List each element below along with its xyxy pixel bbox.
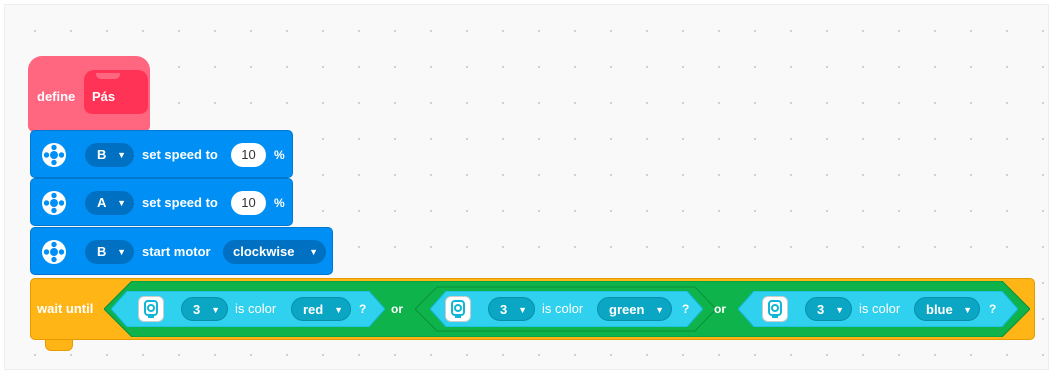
motor-icon bbox=[42, 143, 66, 167]
port-dropdown[interactable]: 3 ▼ bbox=[488, 297, 535, 321]
percent-unit: % bbox=[274, 148, 285, 162]
color-dropdown[interactable]: blue ▼ bbox=[914, 297, 980, 321]
motor-icon bbox=[42, 240, 66, 264]
question-mark: ? bbox=[989, 302, 997, 316]
chevron-down-icon: ▼ bbox=[655, 305, 664, 315]
chevron-down-icon: ▼ bbox=[117, 247, 126, 257]
chevron-down-icon: ▼ bbox=[117, 198, 126, 208]
color-sensor-icon bbox=[445, 296, 471, 322]
speed-input[interactable]: 10 bbox=[231, 191, 266, 215]
chevron-down-icon: ▼ bbox=[309, 247, 318, 257]
set-speed-label: set speed to bbox=[142, 195, 218, 210]
set-speed-block-a[interactable]: A ▼ set speed to 10 % bbox=[30, 178, 293, 226]
or-label: or bbox=[391, 302, 403, 316]
question-mark: ? bbox=[682, 302, 690, 316]
define-name-slot[interactable]: Pás bbox=[84, 70, 148, 114]
or-label: or bbox=[714, 302, 726, 316]
color-dropdown[interactable]: red ▼ bbox=[291, 297, 351, 321]
chevron-down-icon: ▼ bbox=[211, 305, 220, 315]
define-name: Pás bbox=[92, 89, 116, 104]
color-sensor-icon bbox=[762, 296, 788, 322]
chevron-down-icon: ▼ bbox=[334, 305, 343, 315]
question-mark: ? bbox=[359, 302, 367, 316]
set-speed-block-b[interactable]: B ▼ set speed to 10 % bbox=[30, 130, 293, 178]
chevron-down-icon: ▼ bbox=[963, 305, 972, 315]
motor-icon bbox=[42, 191, 66, 215]
speed-input[interactable]: 10 bbox=[231, 143, 266, 167]
port-dropdown[interactable]: A ▼ bbox=[85, 191, 134, 215]
chevron-down-icon: ▼ bbox=[835, 305, 844, 315]
color-dropdown[interactable]: green ▼ bbox=[597, 297, 672, 321]
define-block[interactable]: define Pás bbox=[28, 56, 150, 132]
chevron-down-icon: ▼ bbox=[518, 305, 527, 315]
set-speed-label: set speed to bbox=[142, 147, 218, 162]
start-motor-block[interactable]: B ▼ start motor clockwise ▼ bbox=[30, 227, 333, 275]
is-color-label: is color bbox=[542, 301, 584, 316]
chevron-down-icon: ▼ bbox=[117, 150, 126, 160]
port-dropdown[interactable]: B ▼ bbox=[85, 143, 134, 167]
port-dropdown[interactable]: B ▼ bbox=[85, 240, 134, 264]
color-sensor-icon bbox=[138, 296, 164, 322]
percent-unit: % bbox=[274, 196, 285, 210]
is-color-label: is color bbox=[235, 301, 277, 316]
wait-until-label: wait until bbox=[37, 301, 94, 316]
port-dropdown[interactable]: 3 ▼ bbox=[181, 297, 228, 321]
port-dropdown[interactable]: 3 ▼ bbox=[805, 297, 852, 321]
is-color-label: is color bbox=[859, 301, 901, 316]
define-keyword: define bbox=[37, 89, 76, 104]
start-motor-label: start motor bbox=[142, 244, 211, 259]
direction-dropdown[interactable]: clockwise ▼ bbox=[223, 240, 326, 264]
wait-until-block[interactable]: wait until or or 3 ▼ is color red ▼ ? 3 ▼ i… bbox=[30, 278, 1035, 351]
